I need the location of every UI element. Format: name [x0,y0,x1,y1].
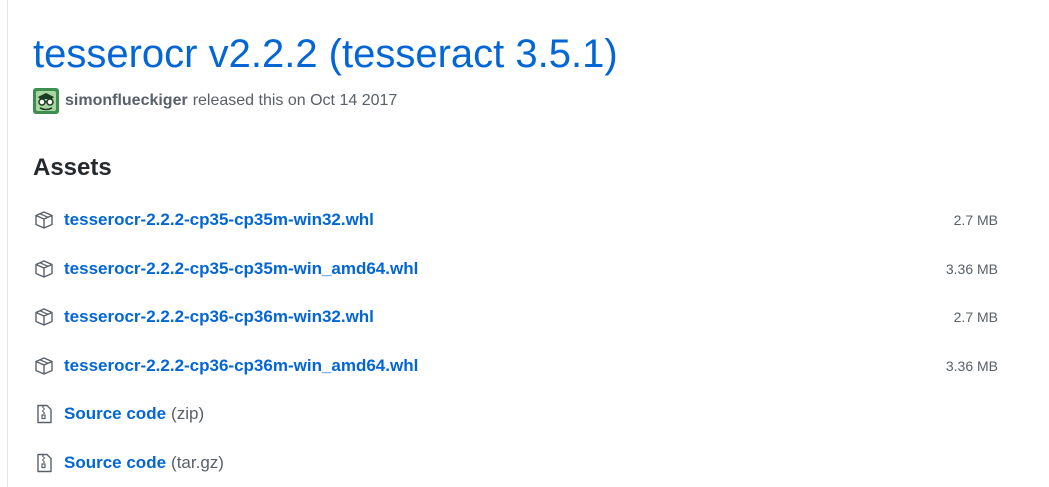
asset-download-link[interactable]: tesserocr-2.2.2-cp36-cp36m-win32.whl [64,307,374,327]
asset-row: tesserocr-2.2.2-cp35-cp35m-win32.whl 2.7… [33,196,1003,245]
source-code-label: Source code [64,404,167,424]
asset-row: tesserocr-2.2.2-cp35-cp35m-win_amd64.whl… [33,245,1003,294]
source-code-label: Source code [64,452,167,472]
timeline-divider [7,0,8,487]
asset-size: 3.36 MB [945,357,998,374]
assets-heading: Assets [33,154,112,181]
release-date-text: released this on Oct 14 2017 [192,92,398,109]
asset-row: Source code (zip) [33,390,1003,439]
file-zip-icon [37,405,52,424]
package-icon [35,357,53,375]
release-panel: tesserocr v2.2.2 (tesseract 3.5.1) simon… [0,0,1049,487]
asset-row: tesserocr-2.2.2-cp36-cp36m-win_amd64.whl… [33,342,1003,391]
asset-size: 2.7 MB [953,309,998,326]
package-icon [35,211,53,229]
author-link[interactable]: simonflueckiger [65,92,188,110]
asset-list: tesserocr-2.2.2-cp35-cp35m-win32.whl 2.7… [33,196,1003,487]
asset-download-link[interactable]: tesserocr-2.2.2-cp35-cp35m-win32.whl [64,210,374,230]
release-meta: simonflueckiger released this on Oct 14 … [33,88,397,114]
package-icon [35,260,53,278]
asset-size: 2.7 MB [953,212,998,229]
source-format: (zip) [171,404,205,424]
source-code-targz-link[interactable]: Source code (tar.gz) [64,453,224,473]
source-format: (tar.gz) [171,452,224,472]
package-icon [35,308,53,326]
asset-row: tesserocr-2.2.2-cp36-cp36m-win32.whl 2.7… [33,293,1003,342]
release-title-link[interactable]: tesserocr v2.2.2 (tesseract 3.5.1) [33,29,618,79]
asset-size: 3.36 MB [945,260,998,277]
source-code-zip-link[interactable]: Source code (zip) [64,404,204,424]
asset-row: Source code (tar.gz) [33,439,1003,487]
file-zip-icon [37,453,52,472]
asset-download-link[interactable]: tesserocr-2.2.2-cp35-cp35m-win_amd64.whl [64,259,418,279]
asset-download-link[interactable]: tesserocr-2.2.2-cp36-cp36m-win_amd64.whl [64,356,418,376]
avatar[interactable] [33,88,59,114]
